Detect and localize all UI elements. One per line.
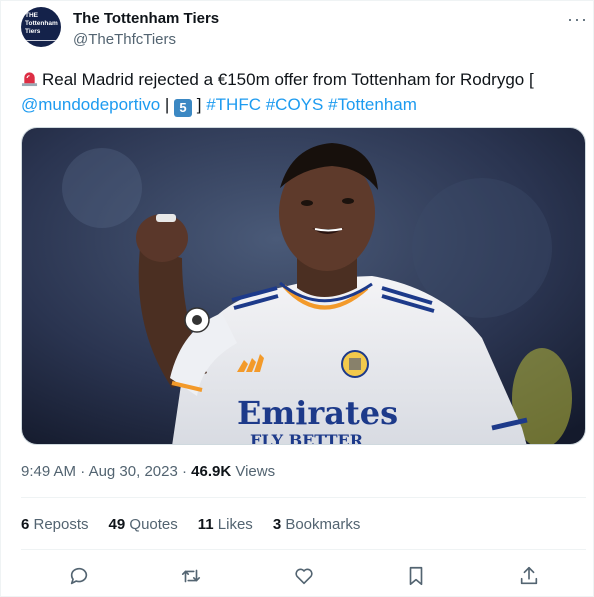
reply-icon[interactable]	[68, 565, 90, 587]
views-count: 46.9K	[191, 463, 232, 480]
quotes-stat[interactable]: 49 Quotes	[109, 516, 178, 533]
quotes-count: 49	[108, 516, 126, 533]
share-icon[interactable]	[518, 565, 540, 587]
avatar-underline	[25, 40, 57, 41]
tweet-text: Real Madrid rejected a €150m offer from …	[21, 67, 581, 117]
bookmarks-count: 3	[272, 516, 282, 533]
divider	[21, 497, 586, 498]
more-options-icon[interactable]: ···	[567, 9, 588, 30]
tweet-text-main: Real Madrid rejected a €150m offer from …	[42, 70, 534, 89]
tweet-metadata: 9:49 AM · Aug 30, 2023 · 46.9K Views	[21, 463, 275, 480]
heart-icon[interactable]	[293, 565, 315, 587]
likes-count: 11	[197, 516, 214, 533]
separator: |	[160, 95, 175, 114]
author-name[interactable]: The Tottenham Tiers	[73, 10, 219, 27]
tweet-time[interactable]: 9:49 AM	[21, 463, 76, 480]
bookmark-icon[interactable]	[405, 565, 427, 587]
player-photo: Emirates FLY BETTER	[22, 128, 585, 445]
quotes-label: Quotes	[125, 516, 178, 533]
avatar-text: THE Tottenham Tiers	[25, 12, 58, 35]
shirt-sponsor-text: Emirates	[237, 394, 398, 432]
likes-stat[interactable]: 11 Likes	[198, 516, 253, 533]
likes-label: Likes	[213, 516, 253, 533]
bookmarks-label: Bookmarks	[281, 516, 361, 533]
divider	[21, 549, 586, 550]
bookmarks-stat[interactable]: 3 Bookmarks	[273, 516, 361, 533]
reposts-label: Reposts	[29, 516, 89, 533]
engagement-stats: 6 Reposts 49 Quotes 11 Likes 3 Bookmarks	[21, 516, 380, 533]
author-handle[interactable]: @TheThfcTiers	[73, 31, 176, 48]
reposts-stat[interactable]: 6 Reposts	[21, 516, 89, 533]
shirt-sponsor-subtext: FLY BETTER	[250, 431, 364, 445]
hashtags[interactable]: #THFC #COYS #Tottenham	[202, 95, 417, 114]
repost-icon[interactable]	[180, 565, 202, 587]
meta-separator: ·	[177, 463, 192, 480]
keycap-five-icon: 5	[174, 99, 193, 117]
meta-separator: ·	[76, 463, 89, 480]
mention-link[interactable]: @mundodeportivo	[21, 95, 160, 114]
action-bar	[1, 561, 594, 591]
views-label: Views	[231, 463, 276, 480]
tweet-date[interactable]: Aug 30, 2023	[89, 463, 178, 480]
rotating-light-icon	[21, 72, 38, 87]
avatar[interactable]: THE Tottenham Tiers	[21, 7, 61, 47]
tweet-card: THE Tottenham Tiers The Tottenham Tiers …	[0, 0, 594, 597]
bracket-close: ]	[192, 95, 202, 114]
tweet-image[interactable]: Emirates FLY BETTER	[21, 127, 586, 445]
